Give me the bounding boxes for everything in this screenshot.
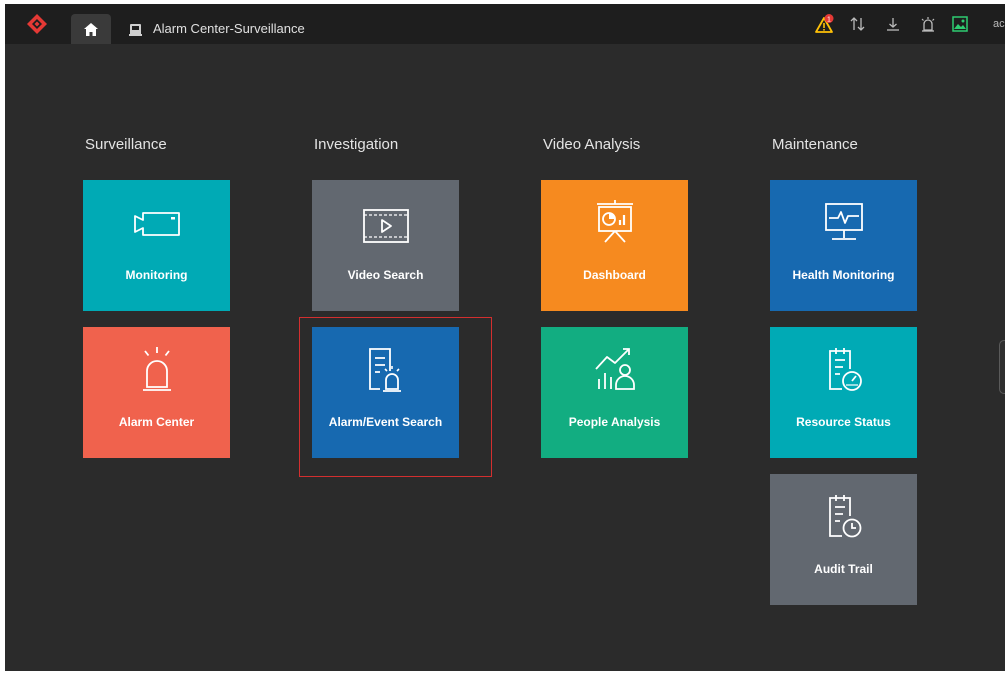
column-title-maintenance: Maintenance	[772, 136, 858, 153]
alarm-center-tab-icon	[129, 24, 142, 36]
camera-icon	[133, 212, 180, 236]
alarm-light-icon	[142, 347, 171, 391]
health-monitor-icon	[824, 203, 863, 240]
download-icon[interactable]	[883, 14, 903, 34]
tile-label: Monitoring	[125, 268, 188, 282]
dashboard-board-icon	[596, 200, 633, 243]
user-name[interactable]: ac	[993, 18, 1005, 30]
tile-monitoring[interactable]: Monitoring	[83, 180, 230, 311]
resource-gauge-icon	[828, 348, 862, 391]
home-icon	[84, 23, 98, 36]
tab-alarm-center-surveillance[interactable]: Alarm Center-Surveillance	[117, 14, 337, 44]
audit-clock-icon	[828, 495, 861, 538]
transfer-icon[interactable]	[848, 14, 868, 34]
tile-dashboard[interactable]: Dashboard	[541, 180, 688, 311]
alarm-warning-icon[interactable]: 1	[815, 14, 835, 34]
logo-icon[interactable]	[25, 12, 49, 36]
tile-label: Health Monitoring	[792, 268, 895, 282]
tile-label: Resource Status	[796, 415, 891, 429]
tile-health-monitoring[interactable]: Health Monitoring	[770, 180, 917, 311]
selection-highlight	[299, 317, 492, 477]
tile-resource-status[interactable]: Resource Status	[770, 327, 917, 458]
tile-video-search[interactable]: Video Search	[312, 180, 459, 311]
side-panel-handle[interactable]	[999, 340, 1005, 394]
image-icon[interactable]	[950, 14, 970, 34]
video-player-icon	[362, 209, 409, 243]
app-window: Alarm Center-Surveillance 1 ac Surveilla…	[5, 4, 1005, 671]
top-bar: Alarm Center-Surveillance 1 ac	[5, 4, 1005, 44]
tab-title: Alarm Center-Surveillance	[153, 21, 305, 36]
tile-label: Dashboard	[583, 268, 646, 282]
tile-alarm-center[interactable]: Alarm Center	[83, 327, 230, 458]
people-chart-icon	[594, 348, 635, 390]
column-title-surveillance: Surveillance	[85, 136, 167, 153]
column-title-video-analysis: Video Analysis	[543, 136, 641, 153]
tile-label: Video Search	[347, 268, 424, 282]
column-title-investigation: Investigation	[314, 136, 399, 153]
tile-people-analysis[interactable]: People Analysis	[541, 327, 688, 458]
tile-label: People Analysis	[568, 415, 661, 429]
tile-label: Alarm Center	[118, 415, 195, 429]
alarm-badge-count: 1	[827, 17, 831, 24]
tile-audit-trail[interactable]: Audit Trail	[770, 474, 917, 605]
home-tab[interactable]	[71, 14, 111, 44]
alarm-light-icon[interactable]	[918, 14, 938, 34]
tile-label: Audit Trail	[814, 562, 873, 576]
